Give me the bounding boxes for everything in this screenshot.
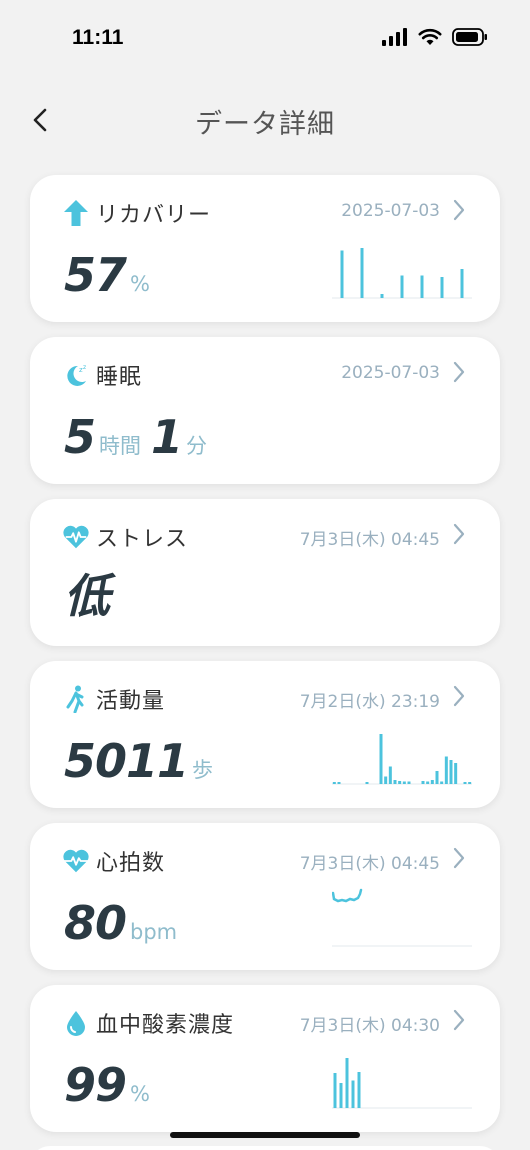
card-title: リカバリー [96,203,212,228]
card-title: 心拍数 [96,851,166,876]
recovery-value: 57 [64,248,127,302]
chart-bar [435,771,439,784]
status-bar: 11:11 [0,0,530,80]
chart-bar [388,766,392,784]
heart-rate-icon [62,847,90,875]
card-recovery[interactable]: リカバリー 2025-07-03 57 % [30,175,500,322]
card-value: 99 % [64,1058,150,1112]
chart-bar [351,1080,355,1108]
chart-bar [357,1072,361,1108]
card-date: 7月3日(木) 04:30 [299,1016,440,1036]
chart-bar [440,781,444,784]
chevron-right-icon [453,847,465,869]
chart-bar [430,780,434,784]
wifi-icon [418,28,442,45]
chart-bar [398,781,402,784]
nav-bar: データ詳細 [0,90,530,150]
spo2-unit: % [130,1082,150,1106]
status-icons [382,28,488,46]
recovery-mini-chart [332,248,472,299]
card-date: 7月2日(水) 23:19 [299,692,440,712]
chart-bar [449,760,453,784]
chevron-right-icon [453,199,465,221]
chart-bar [380,294,384,298]
card-date: 7月3日(木) 04:45 [299,854,440,874]
chart-bar [393,780,397,784]
chart-bar [332,782,336,784]
chart-bar [345,1058,349,1108]
chart-bar [339,1083,343,1108]
walking-icon [62,685,90,713]
card-title: ストレス [96,527,189,552]
activity-mini-chart [332,734,472,785]
sleep-minutes: 1 [151,410,183,464]
chart-bar [365,782,369,784]
chart-bar [420,275,424,298]
chart-bar [444,756,448,784]
stress-value: 低 [64,569,110,623]
chart-bar [379,734,383,784]
heart-rate-value: 80 [64,896,127,950]
card-value: 低 [64,560,110,626]
chevron-right-icon [453,361,465,383]
chart-bar [340,250,344,298]
card-sleep[interactable]: z z 睡眠 2025-07-03 5 時間 1 分 [30,337,500,484]
chart-bar [360,248,364,298]
spo2-mini-chart [332,1058,472,1109]
signal-icon [382,28,407,46]
heart-rate-unit: bpm [130,920,178,944]
card-date: 2025-07-03 [341,363,440,383]
chart-bar [400,275,404,298]
card-date: 7月3日(木) 04:45 [299,530,440,550]
sleep-hours-unit: 時間 [99,434,142,458]
chart-bar [468,782,472,784]
status-time: 11:11 [72,26,124,49]
chart-bar [337,782,341,784]
card-title: 血中酸素濃度 [96,1013,235,1038]
card-value: 5 時間 1 分 [64,410,207,464]
card-value: 80 bpm [64,896,177,950]
chevron-right-icon [453,1009,465,1031]
spo2-value: 99 [64,1058,127,1112]
card-date: 2025-07-03 [341,201,440,221]
chart-bar [460,269,464,298]
svg-text:z: z [83,364,86,371]
heart-pulse-icon [62,523,90,551]
card-value: 57 % [64,248,150,302]
chart-bar [407,781,411,784]
recovery-unit: % [130,272,150,296]
card-blood-oxygen[interactable]: 血中酸素濃度 7月3日(木) 04:30 99 % [30,985,500,1132]
steps-unit: 歩 [192,758,214,782]
chevron-right-icon [453,523,465,545]
chart-bar [463,782,467,784]
chart-bar [333,1073,337,1108]
chart-bar [384,776,388,784]
sleep-minutes-unit: 分 [186,434,208,458]
chart-bar [454,763,458,784]
card-next-peek[interactable] [30,1146,500,1150]
sleep-hours: 5 [64,410,96,464]
battery-icon [452,28,487,46]
arrow-up-icon [62,199,90,227]
home-indicator[interactable] [170,1132,360,1138]
chevron-right-icon [453,685,465,707]
chart-bar [402,781,406,784]
card-title: 睡眠 [96,365,143,390]
heart-rate-line [332,888,363,903]
card-value: 5011 歩 [64,734,213,788]
chart-bar [440,277,444,298]
page-title: データ詳細 [195,109,335,140]
moon-icon: z z [62,361,90,389]
card-stress[interactable]: ストレス 7月3日(木) 04:45 低 [30,499,500,646]
card-heart-rate[interactable]: 心拍数 7月3日(木) 04:45 80 bpm [30,823,500,970]
drop-icon [62,1009,90,1037]
chart-bar [421,781,425,784]
heart-rate-mini-chart [332,888,472,947]
chart-bar [426,781,430,784]
steps-value: 5011 [64,734,189,788]
card-activity[interactable]: 活動量 7月2日(水) 23:19 5011 歩 [30,661,500,808]
card-title: 活動量 [96,689,166,714]
